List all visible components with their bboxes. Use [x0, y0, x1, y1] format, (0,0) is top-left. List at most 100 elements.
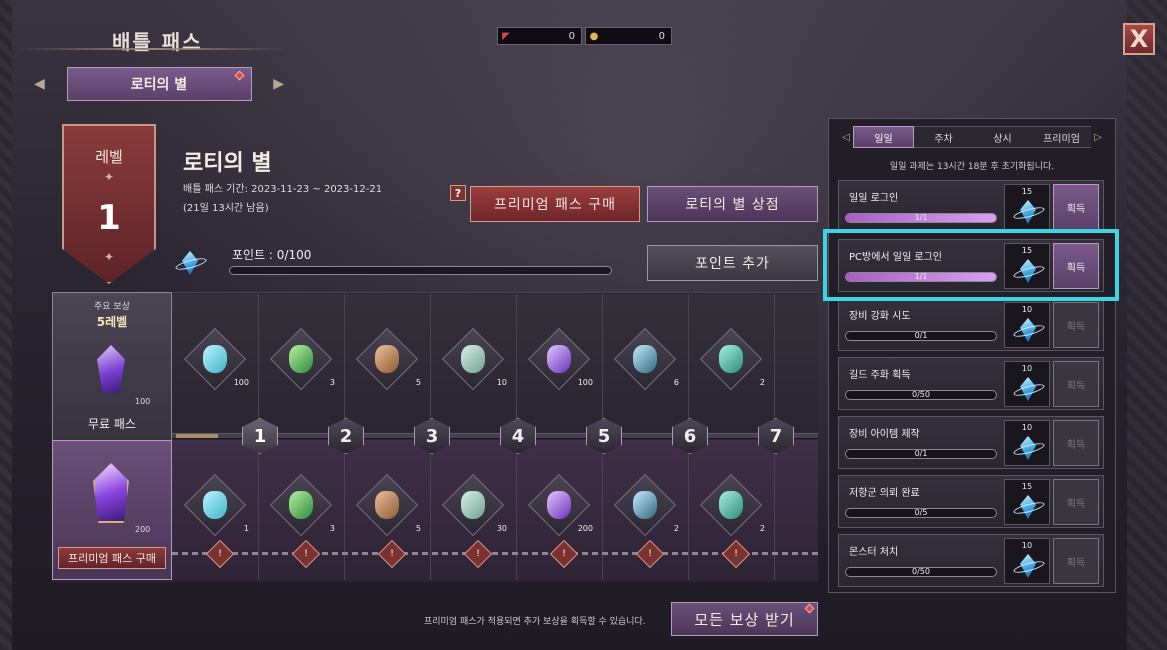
next-arrow-icon[interactable]: ▶: [273, 76, 284, 92]
column-separator: [516, 294, 517, 426]
free-reward-item[interactable]: 100: [183, 327, 249, 391]
item-count: 2: [759, 378, 765, 387]
claim-button[interactable]: 획득: [1053, 302, 1099, 348]
new-badge: [804, 603, 815, 614]
prev-tab-icon[interactable]: ◁: [839, 132, 853, 143]
points-label: 포인트 : 0/100: [232, 248, 312, 262]
item-count: 2: [673, 524, 679, 533]
free-reward-item[interactable]: 2: [699, 327, 765, 391]
help-button[interactable]: ?: [450, 185, 466, 201]
level-node-number: 4: [511, 425, 525, 447]
lock-symbol: !: [476, 549, 480, 559]
premium-reward-item[interactable]: 5: [355, 473, 421, 537]
leaf-crystal-icon: [203, 345, 227, 373]
lock-symbol: !: [304, 549, 308, 559]
mission-progress-bar: 0/5: [845, 508, 997, 518]
mission-progress-bar: 0/50: [845, 567, 997, 577]
level-node-number: 5: [597, 425, 611, 447]
premium-reward-item[interactable]: 3: [269, 473, 335, 537]
highlight-box: [823, 229, 1119, 301]
free-pass-label: 무료 패스: [88, 417, 136, 431]
free-reward-item[interactable]: 6: [613, 327, 679, 391]
close-icon: X: [1129, 25, 1149, 53]
claim-button[interactable]: 획득: [1053, 420, 1099, 466]
mission-reward: 10: [1004, 302, 1050, 348]
level-node-number: 1: [253, 425, 267, 447]
premium-reward-item[interactable]: 2: [613, 473, 679, 537]
premium-pass-buy-button[interactable]: 프리미엄 패스 구매: [58, 547, 166, 569]
premium-reward-item[interactable]: 2: [699, 473, 765, 537]
next-tab-icon[interactable]: ▷: [1091, 132, 1105, 143]
prev-arrow-icon[interactable]: ◀: [34, 76, 45, 92]
mission-reward-count: 10: [1021, 423, 1033, 432]
mission-item: 길드 주화 획득 0/50 10 획득: [838, 357, 1104, 410]
level-node-number: 2: [339, 425, 353, 447]
tab-premium[interactable]: 프리미엄: [1032, 126, 1091, 148]
free-reward-item[interactable]: 3: [269, 327, 335, 391]
free-reward-row: 100 3 5 10 100 6 2: [172, 294, 818, 426]
claim-button[interactable]: 획득: [1053, 479, 1099, 525]
column-separator: [774, 294, 775, 426]
season-selector[interactable]: ◀ 로티의 별 ▶: [26, 66, 292, 102]
free-reward-item[interactable]: 10: [441, 327, 507, 391]
free-reward-item[interactable]: 5: [355, 327, 421, 391]
shop-button[interactable]: 로티의 별 상점: [647, 186, 818, 222]
premium-count: 200: [135, 525, 151, 534]
main-reward-premium[interactable]: 200 프리미엄 패스 구매: [52, 440, 172, 580]
premium-reward-item[interactable]: 200: [527, 473, 593, 537]
season-tab[interactable]: 로티의 별: [66, 67, 252, 101]
season-period: 배틀 패스 기간: 2023-11-23 ~ 2023-12-21: [183, 184, 383, 195]
mission-progress-text: 0/50: [912, 567, 930, 576]
main-reward-free[interactable]: 주요 보상 5레벨 100 무료 패스: [52, 292, 172, 442]
reset-timer: 일일 과제는 13시간 18분 후 초기화됩니다.: [889, 162, 1055, 172]
mission-reward: 10: [1004, 420, 1050, 466]
level-node: 7: [758, 418, 794, 454]
close-button[interactable]: X: [1123, 23, 1155, 55]
mission-item: 일일 로그인 1/1 15 획득: [838, 180, 1104, 233]
column-separator: [430, 294, 431, 426]
claim-all-button[interactable]: 모든 보상 받기: [671, 602, 818, 636]
tab-always[interactable]: 상시: [973, 126, 1032, 148]
mission-name: 일일 로그인: [849, 193, 899, 204]
point-crystal-icon: [1013, 315, 1043, 345]
item-count: 3: [329, 524, 335, 533]
purple-crystal-icon: [547, 491, 571, 519]
point-crystal-icon: [1013, 492, 1043, 522]
tab-daily[interactable]: 일일: [853, 126, 914, 148]
item-count: 3: [329, 378, 335, 387]
season-name: 로티의 별: [183, 151, 272, 176]
mission-item: 저항군 의뢰 완료 0/5 15 획득: [838, 475, 1104, 528]
point-crystal-icon: [1013, 433, 1043, 463]
premium-reward-item[interactable]: 30: [441, 473, 507, 537]
column-separator: [688, 440, 689, 580]
item-count: 10: [496, 378, 507, 387]
column-separator: [688, 294, 689, 426]
premium-note: 프리미엄 패스가 적용되면 추가 보상을 획득할 수 있습니다.: [424, 617, 646, 627]
add-points-button[interactable]: 포인트 추가: [647, 245, 818, 281]
premium-reward-item[interactable]: 1: [183, 473, 249, 537]
level-node: 4: [500, 418, 536, 454]
mission-item: 장비 아이템 제작 0/1 10 획득: [838, 416, 1104, 469]
ticket-icon: ◤: [502, 30, 510, 42]
right-frame: [1127, 0, 1167, 650]
purple-crystal-icon: [97, 345, 125, 393]
premium-buy-button[interactable]: 프리미엄 패스 구매: [470, 186, 640, 222]
page-title: 배틀 패스: [112, 30, 203, 54]
mission-item: 장비 강화 시도 0/1 10 획득: [838, 298, 1104, 351]
mission-name: 길드 주화 획득: [849, 370, 911, 381]
coin-currency: ● 0: [585, 27, 672, 45]
tab-weekly[interactable]: 주차: [914, 126, 973, 148]
item-count: 30: [496, 524, 507, 533]
mission-reward-count: 10: [1021, 305, 1033, 314]
main-reward-label: 주요 보상: [94, 302, 130, 312]
claim-button[interactable]: 획득: [1053, 184, 1099, 230]
teal-scroll-icon: [719, 345, 743, 373]
claim-button[interactable]: 획득: [1053, 538, 1099, 584]
teal-scroll-icon: [719, 491, 743, 519]
free-reward-item[interactable]: 100: [527, 327, 593, 391]
mission-progress-text: 0/1: [914, 331, 928, 340]
item-count: 6: [673, 378, 679, 387]
column-separator: [602, 440, 603, 580]
column-separator: [602, 294, 603, 426]
claim-button[interactable]: 획득: [1053, 361, 1099, 407]
